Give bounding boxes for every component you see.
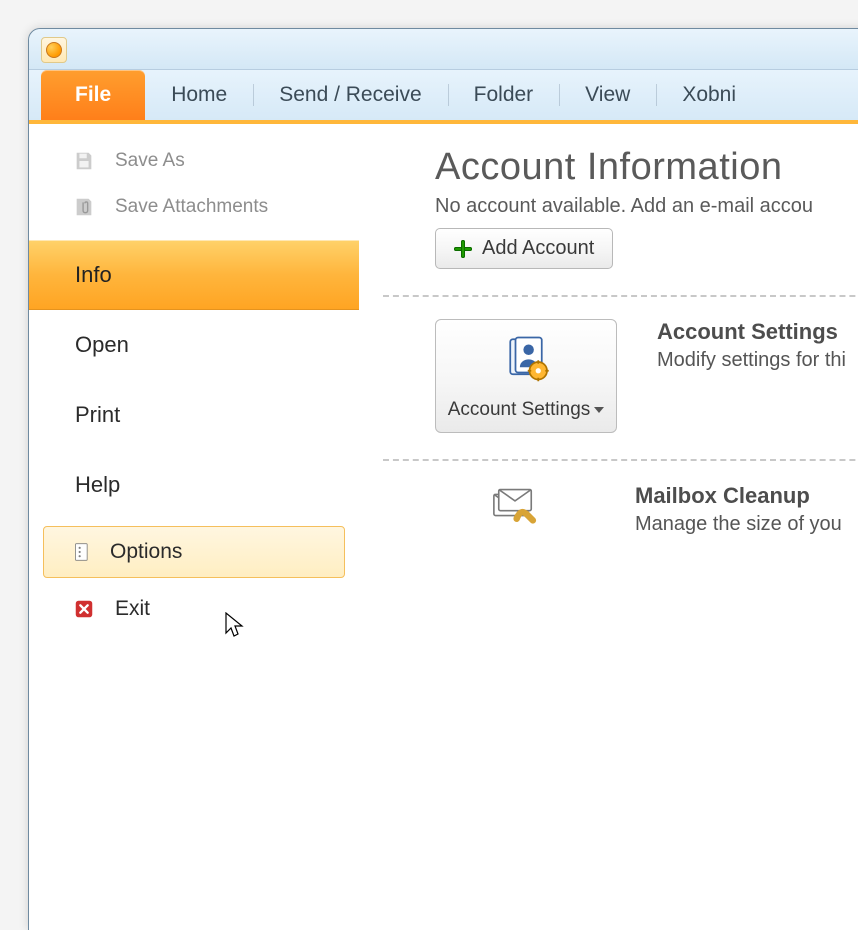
- page-subtext: No account available. Add an e-mail acco…: [435, 195, 858, 218]
- tab-xobni[interactable]: Xobni: [656, 70, 762, 120]
- backstage-save-as-label: Save As: [115, 150, 185, 172]
- work-area: Save As Save Attachments Info Open Print: [29, 124, 858, 930]
- backstage-open[interactable]: Open: [29, 310, 359, 380]
- ribbon-tabs: File Home Send / Receive Folder View Xob…: [29, 70, 858, 124]
- backstage-info[interactable]: Info: [29, 240, 359, 310]
- backstage-help[interactable]: Help: [29, 450, 359, 520]
- outlook-logo-icon: [46, 42, 62, 58]
- save-as-icon: [71, 148, 97, 174]
- add-account-button[interactable]: Add Account: [435, 228, 613, 269]
- backstage-save-attachments: Save Attachments: [29, 184, 359, 230]
- mailbox-cleanup-heading: Mailbox Cleanup: [635, 483, 842, 509]
- save-attachments-icon: [71, 194, 97, 220]
- account-settings-desc: Modify settings for thi: [657, 349, 846, 372]
- backstage-print-label: Print: [75, 402, 120, 428]
- tab-view[interactable]: View: [559, 70, 656, 120]
- app-window: File Home Send / Receive Folder View Xob…: [28, 28, 858, 930]
- backstage-exit-label: Exit: [115, 597, 150, 621]
- tab-file[interactable]: File: [41, 70, 145, 120]
- titlebar: [29, 29, 858, 70]
- backstage-options[interactable]: Options: [43, 526, 345, 578]
- backstage-exit[interactable]: Exit: [29, 584, 359, 634]
- mailbox-cleanup-row: Mailbox Cleanup Manage the size of you: [435, 483, 858, 540]
- plus-icon: [454, 240, 472, 258]
- options-icon: [72, 541, 94, 563]
- tab-home[interactable]: Home: [145, 70, 253, 120]
- backstage-open-label: Open: [75, 332, 129, 358]
- account-settings-button-label: Account Settings: [448, 399, 591, 420]
- backstage-info-label: Info: [75, 262, 112, 288]
- backstage-help-label: Help: [75, 472, 120, 498]
- backstage-nav: Save As Save Attachments Info Open Print: [29, 124, 360, 930]
- backstage-save-as: Save As: [29, 138, 359, 184]
- chevron-down-icon: [594, 407, 604, 413]
- content-pane: Account Information No account available…: [359, 124, 858, 930]
- backstage-print[interactable]: Print: [29, 380, 359, 450]
- divider: [383, 459, 858, 461]
- account-settings-heading: Account Settings: [657, 319, 846, 345]
- mailbox-cleanup-desc: Manage the size of you: [635, 513, 842, 536]
- backstage-options-label: Options: [110, 540, 182, 564]
- account-settings-button[interactable]: Account Settings: [435, 319, 617, 433]
- divider: [383, 295, 858, 297]
- tab-folder[interactable]: Folder: [448, 70, 560, 120]
- account-settings-row: Account Settings Account Settings Modify…: [435, 319, 858, 433]
- account-settings-icon: [498, 334, 554, 390]
- exit-icon: [71, 596, 97, 622]
- tab-send-receive[interactable]: Send / Receive: [253, 70, 447, 120]
- add-account-label: Add Account: [482, 237, 594, 260]
- outlook-app-icon[interactable]: [41, 37, 67, 63]
- page-title: Account Information: [435, 146, 858, 189]
- backstage-save-attachments-label: Save Attachments: [115, 196, 268, 218]
- mailbox-cleanup-icon: [485, 483, 545, 540]
